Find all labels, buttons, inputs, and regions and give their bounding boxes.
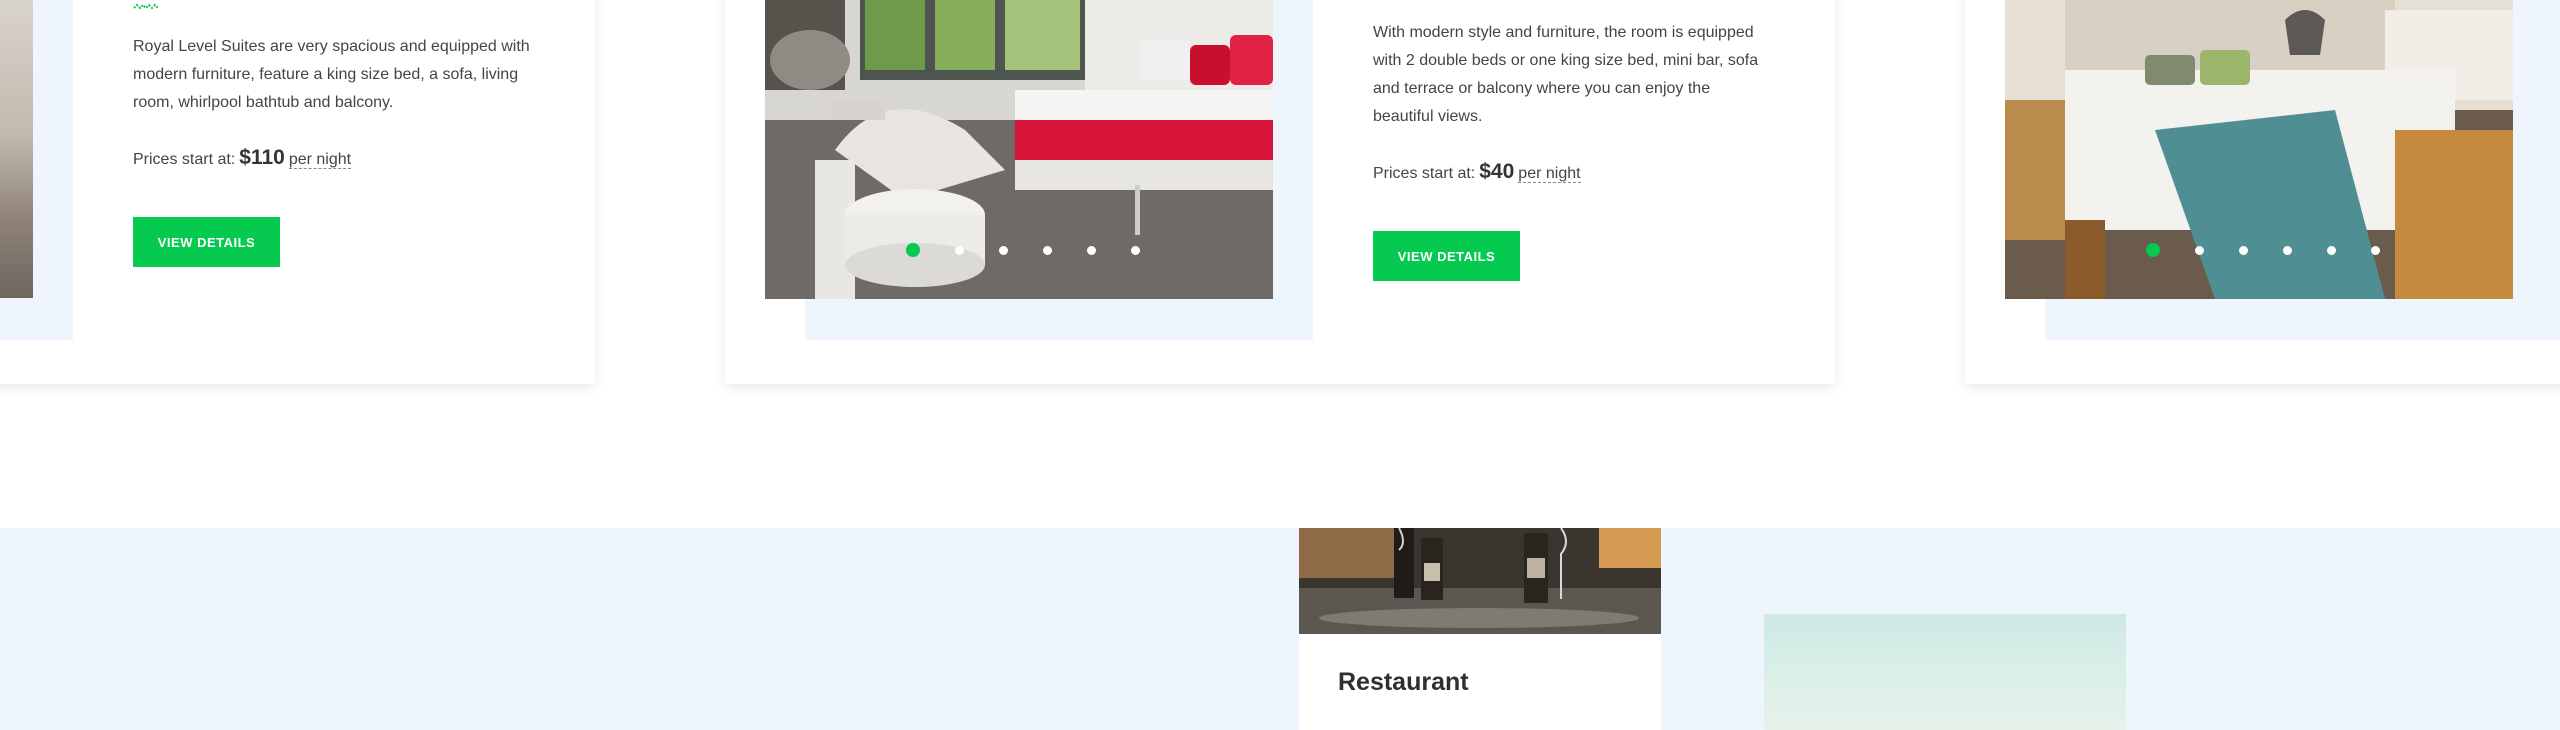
price-unit: per night bbox=[1518, 165, 1581, 183]
room-price: Prices start at: $40 per night bbox=[1373, 160, 1581, 184]
restaurant-photo[interactable] bbox=[1299, 528, 1661, 634]
decorative-squiggle-icon bbox=[133, 3, 159, 10]
carousel-dot[interactable] bbox=[2283, 245, 2292, 255]
carousel-dots bbox=[2146, 243, 2380, 257]
price-amount: $110 bbox=[239, 146, 285, 169]
room-description: Royal Level Suites are very spacious and… bbox=[133, 38, 530, 111]
carousel-dot[interactable] bbox=[1087, 245, 1096, 255]
carousel-dot[interactable] bbox=[955, 245, 964, 255]
carousel-dots bbox=[906, 243, 1140, 257]
carousel-dot[interactable] bbox=[2146, 243, 2160, 257]
room-price: Prices start at: $110 per night bbox=[133, 146, 352, 170]
carousel-dot[interactable] bbox=[906, 243, 920, 257]
carousel-dot[interactable] bbox=[2239, 245, 2248, 255]
services-section bbox=[0, 528, 2560, 730]
carousel-dot[interactable] bbox=[2327, 245, 2336, 255]
restaurant-photo-illustration bbox=[1299, 528, 1661, 634]
price-unit: per night bbox=[288, 151, 352, 169]
carousel-dot[interactable] bbox=[999, 245, 1008, 255]
price-amount: $40 bbox=[1479, 160, 1515, 183]
view-details-button[interactable]: VIEW DETAILS bbox=[1373, 231, 1520, 281]
room-photo-royal-suite[interactable] bbox=[0, 0, 33, 298]
view-details-button[interactable]: VIEW DETAILS bbox=[133, 217, 280, 267]
carousel-dot[interactable] bbox=[2195, 245, 2204, 255]
room-description: With modern style and furniture, the roo… bbox=[1373, 24, 1759, 125]
price-prefix: Prices start at: bbox=[133, 151, 236, 168]
carousel-dot[interactable] bbox=[2371, 245, 2380, 255]
carousel-dot[interactable] bbox=[1043, 245, 1052, 255]
beach-photo[interactable] bbox=[1764, 614, 2126, 730]
restaurant-title: Restaurant bbox=[1338, 668, 1469, 696]
carousel-dot[interactable] bbox=[1131, 245, 1140, 255]
price-prefix: Prices start at: bbox=[1373, 165, 1476, 182]
